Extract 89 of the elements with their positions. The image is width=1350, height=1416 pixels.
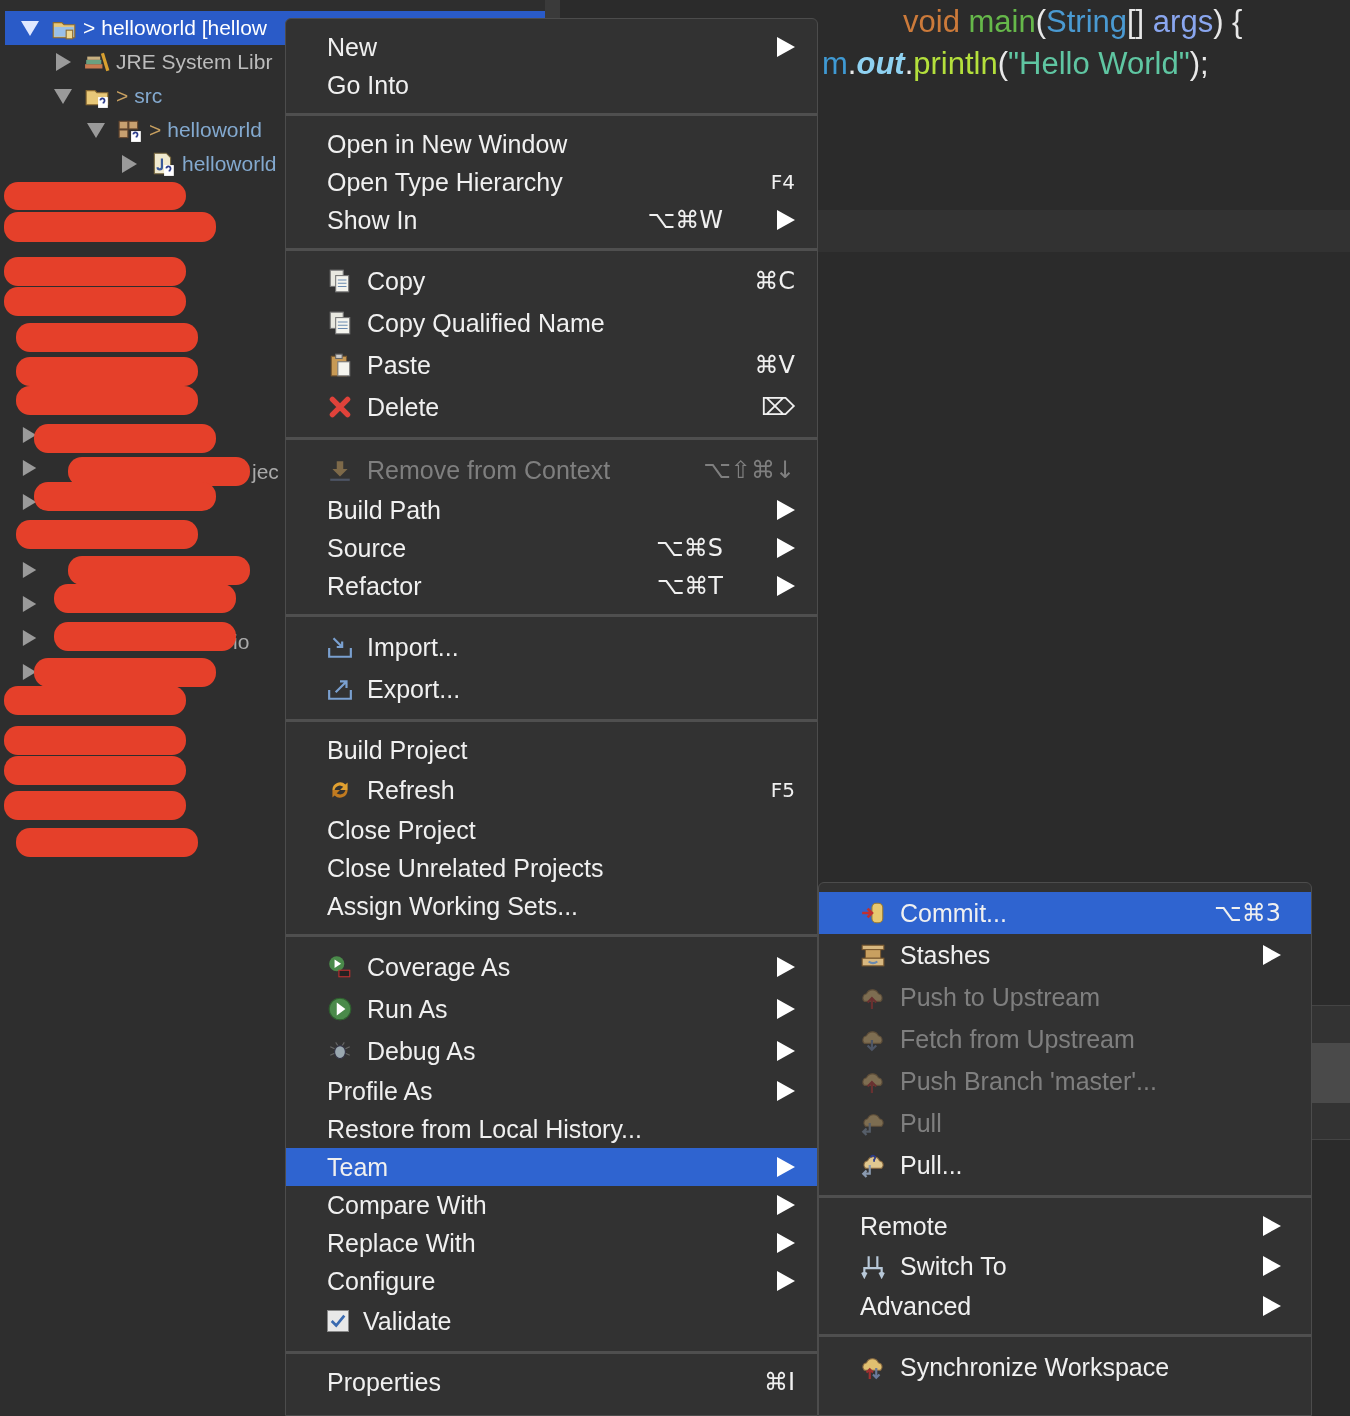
menu-item[interactable]: Configure <box>286 1262 817 1300</box>
submenu-arrow-icon <box>777 1271 795 1291</box>
menu-item[interactable]: Stashes <box>819 934 1311 976</box>
expand-arrow-icon[interactable] <box>22 459 38 477</box>
cloud-question-icon <box>860 1152 886 1178</box>
submenu-arrow-icon <box>777 37 795 57</box>
shortcut-text: ⌥⌘3 <box>1214 901 1281 925</box>
shortcut-text: F4 <box>770 172 795 192</box>
play-chart-icon <box>327 954 353 980</box>
submenu-arrow-icon <box>777 1157 795 1177</box>
menu-item[interactable]: Copy ⌘C <box>286 260 817 302</box>
shortcut-text: ⌘V <box>754 353 795 377</box>
chest-icon <box>860 942 886 968</box>
submenu-arrow-icon <box>1263 945 1281 965</box>
submenu-arrow-icon <box>777 538 795 558</box>
submenu-arrow-icon <box>777 1041 795 1061</box>
submenu-arrow-icon <box>1263 1296 1281 1316</box>
submenu-arrow-icon <box>777 1233 795 1253</box>
documents-icon <box>327 310 353 336</box>
tree-label: jec <box>252 459 279 485</box>
code-line: void main(String[] args) { <box>903 3 1243 41</box>
menu-item[interactable]: Replace With <box>286 1224 817 1262</box>
change-marker: > <box>149 117 162 144</box>
submenu-arrow-icon <box>777 957 795 977</box>
menu-item[interactable]: Import... <box>286 626 817 668</box>
submenu-arrow-icon <box>1263 1256 1281 1276</box>
menu-item[interactable]: Synchronize Workspace <box>819 1346 1311 1388</box>
shortcut-text: F5 <box>770 780 795 800</box>
code-line: m.out.println("Hello World"); <box>822 45 1209 83</box>
shortcut-text: ⌘C <box>754 269 795 293</box>
shortcut-text: ⌥⇧⌘↓ <box>703 458 795 482</box>
menu-item[interactable]: Remote <box>819 1207 1311 1245</box>
menu-item[interactable]: Pull... <box>819 1144 1311 1186</box>
menu-item[interactable]: Close Unrelated Projects <box>286 849 817 887</box>
shortcut-text: ⌥⌘W <box>647 208 723 232</box>
menu-item[interactable]: Coverage As <box>286 946 817 988</box>
menu-item[interactable]: Open in New Window <box>286 125 817 163</box>
menu-item[interactable]: Build Project <box>286 731 817 769</box>
branch-arrows-icon <box>860 1253 886 1279</box>
menu-item[interactable]: Open Type Hierarchy F4 <box>286 163 817 201</box>
submenu-arrow-icon <box>777 210 795 230</box>
cross-icon <box>327 394 353 420</box>
menu-item[interactable]: Close Project <box>286 811 817 849</box>
shortcut-text: ⌘I <box>763 1370 795 1394</box>
expand-arrow-icon[interactable] <box>120 155 138 173</box>
expand-arrow-icon[interactable] <box>22 561 38 579</box>
shortcut-text: ⌥⌘S <box>656 536 723 560</box>
menu-item[interactable]: Build Path <box>286 491 817 529</box>
menu-item[interactable]: Show In ⌥⌘W <box>286 201 817 239</box>
menu-item[interactable]: Compare With <box>286 1186 817 1224</box>
change-marker: > <box>83 15 96 42</box>
menu-item[interactable]: Source ⌥⌘S <box>286 529 817 567</box>
collapse-arrow-icon[interactable] <box>54 87 72 105</box>
menu-item[interactable]: Delete ⌦ <box>286 386 817 428</box>
menu-item[interactable]: Validate <box>286 1300 817 1342</box>
arrow-cylinder-icon <box>860 900 886 926</box>
submenu-arrow-icon <box>777 1081 795 1101</box>
submenu-arrow-icon <box>1263 1216 1281 1236</box>
menu-item[interactable]: Copy Qualified Name <box>286 302 817 344</box>
menu-item[interactable]: Advanced <box>819 1287 1311 1325</box>
change-marker: > <box>116 83 129 110</box>
play-icon <box>327 996 353 1022</box>
menu-item[interactable]: Team <box>286 1148 817 1186</box>
collapse-arrow-icon[interactable] <box>87 121 105 139</box>
submenu-arrow-icon <box>777 1195 795 1215</box>
menu-item[interactable]: Go Into <box>286 66 817 104</box>
menu-item[interactable]: Commit... ⌥⌘3 <box>819 892 1311 934</box>
shortcut-text: ⌦ <box>761 395 795 419</box>
expand-arrow-icon[interactable] <box>54 53 72 71</box>
collapse-arrow-icon[interactable] <box>21 19 39 37</box>
menu-item[interactable]: Switch To <box>819 1245 1311 1287</box>
menu-item[interactable]: Refresh F5 <box>286 769 817 811</box>
menu-item[interactable]: Profile As <box>286 1072 817 1110</box>
menu-item[interactable]: Refactor ⌥⌘T <box>286 567 817 605</box>
menu-item[interactable]: Restore from Local History... <box>286 1110 817 1148</box>
submenu-arrow-icon <box>777 576 795 596</box>
menu-item[interactable]: Run As <box>286 988 817 1030</box>
expand-arrow-icon[interactable] <box>22 629 38 647</box>
menu-item[interactable]: Debug As <box>286 1030 817 1072</box>
submenu-arrow-icon <box>777 500 795 520</box>
menu-item[interactable]: Export... <box>286 668 817 710</box>
menu-item[interactable]: Paste ⌘V <box>286 344 817 386</box>
shortcut-text: ⌥⌘T <box>656 574 723 598</box>
expand-arrow-icon[interactable] <box>22 595 38 613</box>
expand-arrow-icon[interactable] <box>22 493 38 511</box>
submenu-arrow-icon <box>777 999 795 1019</box>
menu-item[interactable]: Assign Working Sets... <box>286 887 817 925</box>
menu-item[interactable]: Properties ⌘I <box>286 1363 817 1401</box>
scrollbar-thumb[interactable] <box>1310 1042 1350 1103</box>
